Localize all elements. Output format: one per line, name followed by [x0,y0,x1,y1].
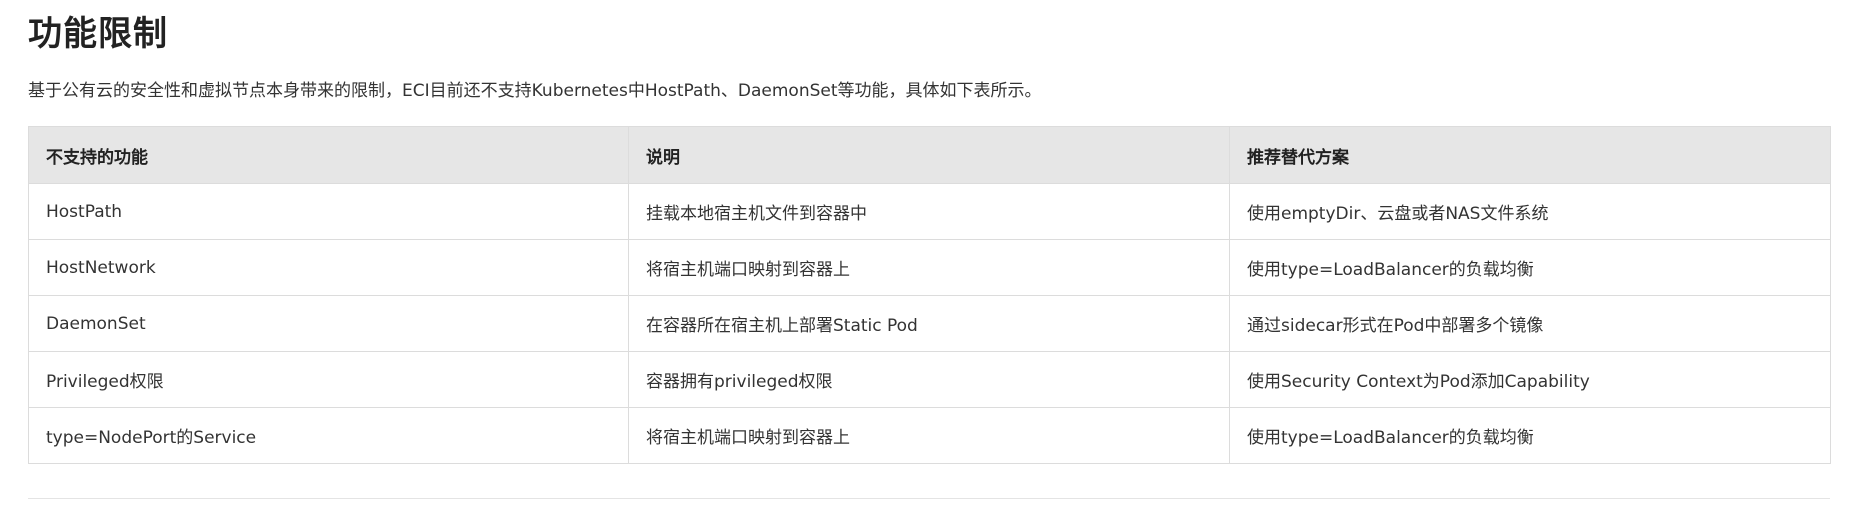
table-row: type=NodePort的Service 将宿主机端口映射到容器上 使用typ… [28,407,1831,464]
cell-alternative: 使用type=LoadBalancer的负载均衡 [1229,239,1831,296]
table-row: HostPath 挂载本地宿主机文件到容器中 使用emptyDir、云盘或者NA… [28,183,1831,240]
limitations-table-wrapper: 不支持的功能 说明 推荐替代方案 HostPath 挂载本地宿主机文件到容器中 … [28,126,1831,464]
cell-description: 挂载本地宿主机文件到容器中 [628,183,1230,240]
table-row: DaemonSet 在容器所在宿主机上部署Static Pod 通过sideca… [28,295,1831,352]
cell-feature: HostPath [28,183,629,240]
limitations-table: 不支持的功能 说明 推荐替代方案 HostPath 挂载本地宿主机文件到容器中 … [28,126,1831,464]
content-section: 功能限制 基于公有云的安全性和虚拟节点本身带来的限制，ECI目前还不支持Kube… [28,0,1831,499]
section-intro: 基于公有云的安全性和虚拟节点本身带来的限制，ECI目前还不支持Kubernete… [28,81,1042,101]
header-unsupported-feature: 不支持的功能 [28,126,629,184]
cell-feature: Privileged权限 [28,351,629,408]
cell-alternative: 使用Security Context为Pod添加Capability [1229,351,1831,408]
cell-alternative: 通过sidecar形式在Pod中部署多个镜像 [1229,295,1831,352]
section-divider [28,498,1830,499]
cell-feature: HostNetwork [28,239,629,296]
cell-feature: DaemonSet [28,295,629,352]
cell-feature: type=NodePort的Service [28,407,629,464]
cell-description: 将宿主机端口映射到容器上 [628,239,1230,296]
cell-description: 将宿主机端口映射到容器上 [628,407,1230,464]
cell-alternative: 使用emptyDir、云盘或者NAS文件系统 [1229,183,1831,240]
table-header-row: 不支持的功能 说明 推荐替代方案 [28,126,1831,184]
table-row: HostNetwork 将宿主机端口映射到容器上 使用type=LoadBala… [28,239,1831,296]
header-recommended-alternative: 推荐替代方案 [1229,126,1831,184]
cell-alternative: 使用type=LoadBalancer的负载均衡 [1229,407,1831,464]
header-description: 说明 [628,126,1230,184]
cell-description: 在容器所在宿主机上部署Static Pod [628,295,1230,352]
section-title: 功能限制 [28,14,168,54]
cell-description: 容器拥有privileged权限 [628,351,1230,408]
table-row: Privileged权限 容器拥有privileged权限 使用Security… [28,351,1831,408]
